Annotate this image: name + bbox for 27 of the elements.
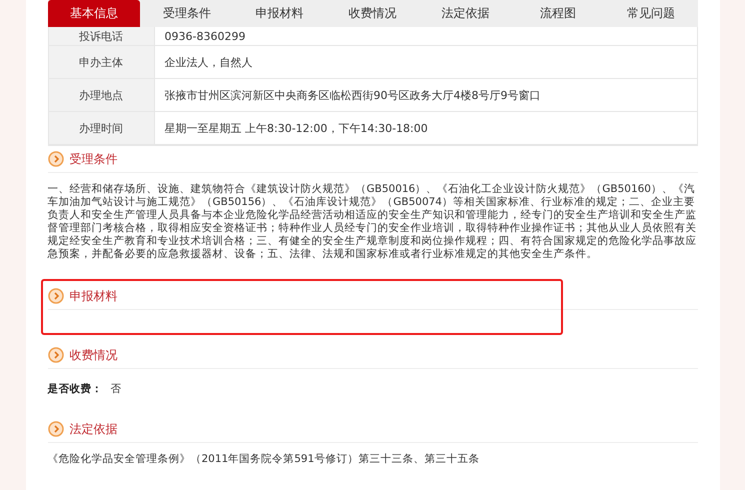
- row-label: 申办主体: [48, 46, 154, 79]
- tab[interactable]: 流程图: [512, 0, 605, 27]
- tab[interactable]: 申报材料: [233, 0, 326, 27]
- tab[interactable]: 收费情况: [326, 0, 419, 27]
- tab[interactable]: 基本信息: [48, 0, 140, 27]
- section-title: 收费情况: [70, 346, 118, 364]
- section-text: 一、经营和储存场所、设施、建筑物符合《建筑设计防火规范》（GB50016）、《石油化工企业设计防火规范》（GB50160）、《汽车加油加气站设计与施工规范》（GB50156）、《石油库设计规范》（GB50074）等相关国家标准、行业标准的规定；二、企业主要负责人和安全生产管理人员具备与本企业危险化学品经营活动相适应的安全生产知识和管理能力，经专门的安全生产培训和安全生产监督管理部门考核合格，取得相应安全资格证书；特种作业人员经专门的安全作业培训，取得特种作业操作证书；其他从业人员依照有关规定经安全生产教育和专业技术培训合格；三、有健全的安全生产规章制度和岗位操作规程；四、有符合国家规定的危险化学品事故应急预案，并配备必要的应急救援器材、设备；五、法律、法规和国家标准或者行业标准规定的其他安全生产条件。: [48, 182, 698, 262]
- row-value: 星期一至星期五 上午8:30-12:00，下午14:30-18:00: [154, 112, 696, 145]
- field-value: 否: [110, 383, 122, 396]
- tab[interactable]: 受理条件: [140, 0, 234, 27]
- row-value: 企业法人，自然人: [154, 46, 696, 79]
- arrow-circle-icon: [48, 347, 64, 363]
- row-value: 张掖市甘州区滨河新区中央商务区临松西街90号区政务大厅4楼8号厅9号窗口: [154, 79, 696, 112]
- arrow-circle-icon: [48, 421, 64, 437]
- row-label: 办理地点: [48, 79, 154, 112]
- tab[interactable]: 法定依据: [418, 0, 512, 27]
- row-label: 办理时间: [48, 112, 154, 145]
- tab[interactable]: 常见问题: [604, 0, 698, 27]
- field-label: 是否收费：: [48, 383, 102, 396]
- section-title: 法定依据: [70, 420, 118, 438]
- section-title: 受理条件: [70, 150, 118, 168]
- arrow-circle-icon: [48, 288, 64, 304]
- row-label: 投诉电话: [48, 27, 154, 46]
- row-value: 0936-8360299: [154, 27, 696, 46]
- arrow-circle-icon: [48, 151, 64, 167]
- section-title: 申报材料: [70, 288, 118, 304]
- section-text: 《危险化学品安全管理条例》（2011年国务院令第591号修订）第三十三条、第三十五条: [48, 452, 480, 467]
